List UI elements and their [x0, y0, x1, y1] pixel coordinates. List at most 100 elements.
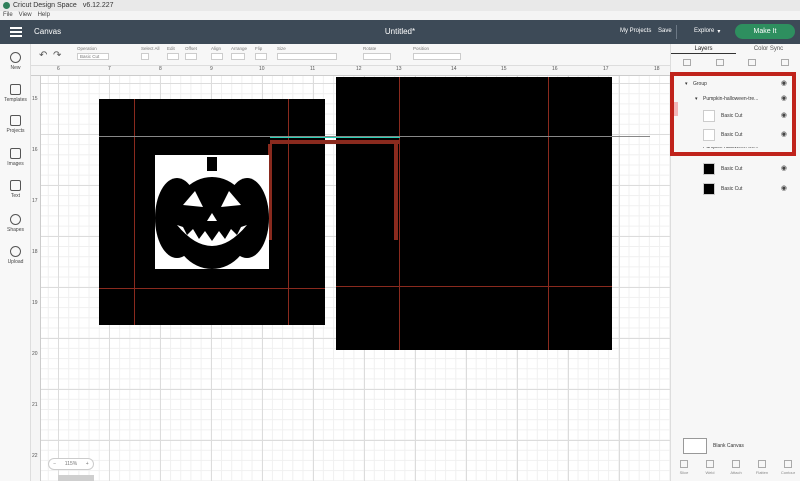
projects-tool[interactable]: Projects: [0, 115, 31, 134]
title-bar: Cricut Design Space v6.12.227: [0, 0, 800, 11]
ruler-top-tick: 16: [552, 66, 558, 72]
ruler-left-tick: 20: [32, 351, 38, 357]
edit-label: Edit: [167, 46, 175, 51]
layer-label: Basic Cut: [721, 166, 743, 172]
tab-color-sync[interactable]: Color Sync: [736, 44, 800, 54]
zoom-in-button[interactable]: +: [86, 461, 89, 467]
menu-file[interactable]: File: [3, 11, 13, 20]
app-logo-icon: [3, 2, 10, 9]
blank-canvas-layer[interactable]: Blank Canvas: [683, 438, 800, 454]
ruler-top-tick: 17: [603, 66, 609, 72]
ruler-left-tick: 17: [32, 198, 38, 204]
eye-icon[interactable]: ◉: [781, 181, 787, 197]
attach-button[interactable]: Attach: [726, 458, 746, 481]
zoom-out-button[interactable]: −: [53, 461, 56, 467]
rotate-control[interactable]: Rotate: [363, 46, 391, 60]
ruler-top-tick: 12: [356, 66, 362, 72]
explore-dropdown[interactable]: Explore ▾: [694, 28, 720, 35]
pumpkin-face-icon: [155, 155, 269, 269]
offset-label: Offset: [185, 46, 197, 51]
weld-label: Weld: [705, 470, 715, 475]
ruler-left-tick: 21: [32, 402, 38, 408]
ungroup-icon[interactable]: [715, 58, 724, 66]
undo-icon[interactable]: ↶: [39, 50, 47, 61]
select-all-label: Select All: [141, 46, 160, 51]
offset-control[interactable]: Offset: [185, 46, 197, 60]
delete-icon[interactable]: [780, 58, 789, 66]
selection-band: [270, 140, 400, 144]
flatten-icon: [758, 460, 766, 468]
select-all-control[interactable]: Select All: [141, 46, 160, 60]
layer-thumbnail: [703, 163, 715, 175]
upload-tool-label: Upload: [7, 259, 24, 265]
arrange-label: Arrange: [231, 46, 248, 51]
guide-line: [288, 99, 289, 325]
templates-tool[interactable]: Templates: [0, 84, 31, 103]
ruler-left-tick: 16: [32, 147, 38, 153]
ruler-top-tick: 14: [451, 66, 457, 72]
operation-control[interactable]: Operation Basic Cut: [77, 46, 109, 60]
layer-label: Basic Cut: [721, 186, 743, 192]
pumpkin-image: [155, 155, 269, 269]
chevron-down-icon: ▾: [717, 29, 721, 35]
size-control[interactable]: Size: [277, 46, 337, 60]
flatten-label: Flatten: [755, 470, 769, 475]
flatten-button[interactable]: Flatten: [752, 458, 772, 481]
ruler-left: 15 16 17 18 19 20 21 22: [31, 76, 41, 481]
layer-thumbnail: [703, 183, 715, 195]
operation-label: Operation: [77, 46, 97, 51]
group-icon[interactable]: [683, 58, 692, 66]
ruler-top-tick: 18: [654, 66, 660, 72]
my-projects-link[interactable]: My Projects: [620, 28, 651, 34]
weld-button[interactable]: Weld: [700, 458, 720, 481]
ruler-top-tick: 15: [501, 66, 507, 72]
layer-basic-cut[interactable]: Basic Cut ◉: [671, 181, 800, 197]
contour-icon: [784, 460, 792, 468]
text-icon: [10, 180, 21, 191]
text-tool[interactable]: Text: [0, 180, 31, 199]
images-tool-label: Images: [7, 161, 24, 167]
shapes-icon: [10, 214, 21, 225]
menu-help[interactable]: Help: [38, 11, 50, 20]
ruler-top-tick: 7: [108, 66, 111, 72]
eye-icon[interactable]: ◉: [781, 161, 787, 177]
edit-control[interactable]: Edit: [167, 46, 179, 60]
save-button[interactable]: Save: [658, 28, 672, 34]
square-cut-object[interactable]: [336, 77, 612, 350]
make-it-button[interactable]: Make It: [735, 24, 795, 39]
contour-button[interactable]: Contour: [778, 458, 798, 481]
shapes-tool[interactable]: Shapes: [0, 214, 31, 233]
align-control[interactable]: Align: [211, 46, 223, 60]
weld-icon: [706, 460, 714, 468]
new-tool[interactable]: New: [0, 52, 31, 71]
app-name: Cricut Design Space: [13, 2, 77, 9]
menu-bar: File View Help: [0, 11, 800, 20]
position-label: Position: [413, 46, 430, 51]
position-control[interactable]: Position: [413, 46, 461, 60]
guide-line: [548, 77, 549, 350]
shapes-tool-label: Shapes: [7, 227, 24, 233]
ruler-top-tick: 13: [396, 66, 402, 72]
slice-icon: [680, 460, 688, 468]
menu-view[interactable]: View: [19, 11, 32, 20]
ruler-top-tick: 11: [310, 66, 316, 72]
images-tool[interactable]: Images: [0, 148, 31, 167]
arrange-control[interactable]: Arrange: [231, 46, 247, 60]
duplicate-icon[interactable]: [748, 58, 757, 66]
app-header: Canvas Untitled* My Projects Save Explor…: [0, 20, 800, 44]
edit-toolbar: ↶ ↷ Operation Basic Cut Select All Edit O…: [31, 44, 670, 66]
flip-control[interactable]: Flip: [255, 46, 267, 60]
slice-button[interactable]: Slice: [674, 458, 694, 481]
layer-basic-cut[interactable]: Basic Cut ◉: [671, 161, 800, 177]
ruler-top-tick: 10: [259, 66, 265, 72]
redo-icon[interactable]: ↷: [53, 50, 61, 61]
upload-tool[interactable]: Upload: [0, 246, 31, 265]
layer-tools: [671, 54, 800, 70]
guide-line: [99, 288, 325, 289]
tab-layers[interactable]: Layers: [671, 44, 736, 54]
document-title[interactable]: Untitled*: [0, 27, 800, 36]
zoom-control[interactable]: − 115% +: [48, 458, 94, 470]
operation-select[interactable]: Basic Cut: [77, 53, 109, 60]
horizontal-scrollbar[interactable]: [58, 475, 94, 481]
app-version: v6.12.227: [82, 2, 114, 9]
